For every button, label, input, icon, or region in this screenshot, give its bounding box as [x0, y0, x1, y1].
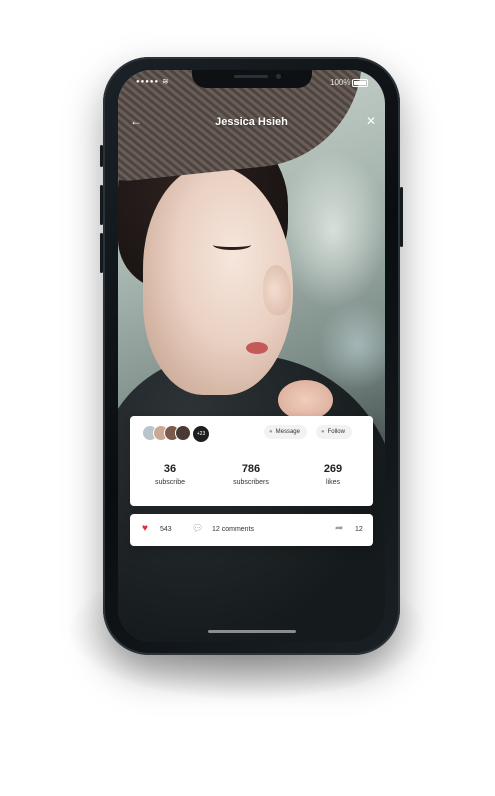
share-icon[interactable]: ➦	[335, 523, 343, 534]
stat-label: likes	[325, 479, 340, 486]
stat-value: 786	[241, 463, 261, 475]
message-label: Message	[275, 429, 300, 435]
stat-likes[interactable]: 269 likes	[293, 463, 373, 486]
photo-lips	[246, 342, 268, 354]
page-title: Jessica Hsieh	[215, 116, 288, 128]
volume-up-button	[100, 185, 103, 225]
stat-subscribe[interactable]: 36 subscribe	[130, 463, 210, 486]
stat-label: subscribe	[155, 479, 185, 486]
battery-icon	[352, 79, 368, 87]
follow-icon: ●	[321, 429, 325, 435]
message-button[interactable]: ● Message	[264, 425, 307, 439]
follow-button[interactable]: ● Follow	[316, 425, 352, 439]
phone-frame: ●●●●● ≋ 100% ← Jessica Hsieh ✕ +23 ● Mess…	[100, 57, 403, 655]
wifi-icon: ≋	[162, 77, 169, 86]
follow-label: Follow	[327, 429, 345, 435]
engagement-bar: ♥ 543 💬︎ 12 comments ➦ 12	[130, 514, 373, 546]
status-bar: ●●●●● ≋ 100%	[118, 70, 385, 94]
stat-value: 36	[163, 463, 177, 475]
mute-switch	[100, 145, 103, 167]
battery-percent: 100%	[330, 78, 351, 87]
comment-icon[interactable]: 💬︎	[192, 523, 203, 534]
photo-eye	[213, 240, 251, 250]
heart-icon[interactable]: ♥	[142, 523, 148, 534]
avatars-more-count: +23	[192, 425, 210, 443]
avatar	[175, 425, 191, 441]
profile-stats-card: +23 ● Message ● Follow 36 subscribe 786 su…	[130, 416, 373, 506]
stat-subscribers[interactable]: 786 subscribers	[211, 463, 291, 486]
photo-hand	[278, 380, 333, 420]
power-button	[400, 187, 403, 247]
phone-screen: ●●●●● ≋ 100% ← Jessica Hsieh ✕ +23 ● Mess…	[118, 70, 385, 642]
home-indicator[interactable]	[208, 630, 296, 633]
signal-icon: ●●●●●	[136, 79, 160, 85]
close-icon[interactable]: ✕	[366, 114, 376, 128]
volume-down-button	[100, 233, 103, 273]
comments-count[interactable]: 12 comments	[212, 526, 254, 533]
photo-bokeh	[318, 300, 385, 390]
stat-value: 269	[323, 463, 343, 475]
stat-label: subscribers	[233, 479, 269, 486]
shares-count: 12	[355, 526, 363, 533]
likes-count: 543	[160, 526, 172, 533]
chat-icon: ●	[269, 429, 273, 435]
photo-nose	[263, 265, 291, 315]
photo-bokeh	[278, 150, 385, 310]
top-nav: ← Jessica Hsieh ✕	[118, 114, 385, 134]
